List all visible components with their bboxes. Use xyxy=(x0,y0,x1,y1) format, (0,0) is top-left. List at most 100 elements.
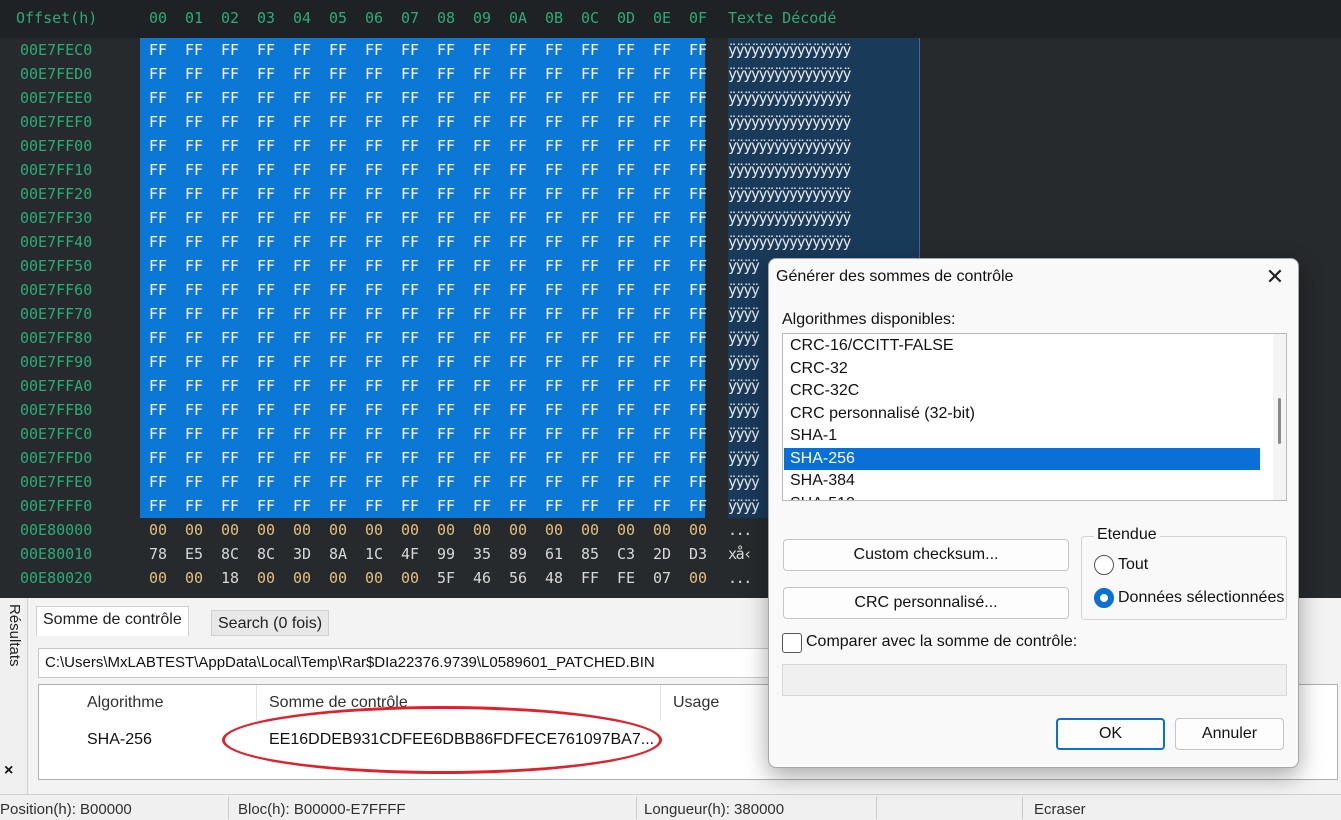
hex-byte[interactable]: FF xyxy=(248,86,284,110)
hex-byte[interactable]: FF xyxy=(212,398,248,422)
hex-byte[interactable]: FF xyxy=(464,374,500,398)
hex-byte[interactable]: FF xyxy=(572,422,608,446)
hex-byte[interactable]: FF xyxy=(176,494,212,518)
hex-byte[interactable]: FF xyxy=(428,38,464,62)
hex-byte[interactable]: FF xyxy=(248,470,284,494)
hex-byte[interactable]: 99 xyxy=(428,542,464,566)
hex-byte[interactable]: FF xyxy=(500,134,536,158)
scope-selected-radio[interactable] xyxy=(1094,588,1114,608)
hex-byte[interactable]: FF xyxy=(392,398,428,422)
hex-byte[interactable]: FF xyxy=(608,86,644,110)
hex-row[interactable]: 00E7FF20 FF FF FF FF FF FF FF FF FF FF FF FF FF FF FF FF… xyxy=(0,182,1341,206)
hex-byte[interactable]: FF xyxy=(356,134,392,158)
hex-byte[interactable]: FF xyxy=(608,326,644,350)
hex-byte[interactable]: FF xyxy=(140,110,176,134)
hex-byte[interactable]: FF xyxy=(500,326,536,350)
hex-byte[interactable]: FF xyxy=(140,398,176,422)
hex-byte[interactable]: FF xyxy=(320,230,356,254)
hex-byte[interactable]: FF xyxy=(536,62,572,86)
hex-byte[interactable]: FF xyxy=(680,422,716,446)
hex-byte[interactable]: FF xyxy=(212,326,248,350)
scrollbar-thumb[interactable] xyxy=(1278,398,1281,444)
hex-byte[interactable]: FF xyxy=(140,62,176,86)
compare-label[interactable]: Comparer avec la somme de contrôle: xyxy=(806,633,1077,651)
custom-crc-button[interactable]: CRC personnalisé... xyxy=(783,587,1069,619)
hex-byte[interactable]: FF xyxy=(320,158,356,182)
hex-byte[interactable]: FF xyxy=(572,182,608,206)
hex-byte[interactable]: FF xyxy=(176,134,212,158)
hex-byte[interactable]: FF xyxy=(608,182,644,206)
hex-byte[interactable]: FF xyxy=(500,110,536,134)
hex-row[interactable]: 00E7FF00 FF FF FF FF FF FF FF FF FF FF FF FF FF FF FF FF… xyxy=(0,134,1341,158)
hex-byte[interactable]: FF xyxy=(536,278,572,302)
hex-byte[interactable]: FF xyxy=(320,374,356,398)
hex-byte[interactable]: 4F xyxy=(392,542,428,566)
hex-byte[interactable]: FF xyxy=(464,422,500,446)
hex-byte[interactable]: FF xyxy=(536,374,572,398)
hex-byte[interactable]: E5 xyxy=(176,542,212,566)
hex-byte[interactable]: 00 xyxy=(176,566,212,590)
hex-byte[interactable]: FF xyxy=(284,206,320,230)
hex-byte[interactable]: 5F xyxy=(428,566,464,590)
hex-byte[interactable]: FF xyxy=(176,470,212,494)
hex-byte[interactable]: FF xyxy=(464,182,500,206)
hex-byte[interactable]: FF xyxy=(464,398,500,422)
hex-byte[interactable]: FF xyxy=(392,110,428,134)
hex-byte[interactable]: FF xyxy=(212,86,248,110)
hex-byte[interactable]: FF xyxy=(320,182,356,206)
hex-byte[interactable]: FF xyxy=(356,374,392,398)
hex-byte[interactable]: FF xyxy=(572,470,608,494)
hex-byte[interactable]: 00 xyxy=(500,518,536,542)
hex-byte[interactable]: FF xyxy=(608,278,644,302)
hex-byte[interactable]: FF xyxy=(680,230,716,254)
hex-byte[interactable]: FF xyxy=(320,398,356,422)
hex-byte[interactable]: FF xyxy=(572,230,608,254)
hex-byte[interactable]: FF xyxy=(500,398,536,422)
hex-byte[interactable]: FF xyxy=(572,566,608,590)
hex-byte[interactable]: 78 xyxy=(140,542,176,566)
hex-byte[interactable]: FF xyxy=(284,254,320,278)
decoded-text[interactable]: ÿÿÿÿÿÿÿÿÿÿÿÿÿÿÿÿ xyxy=(728,206,919,230)
hex-byte[interactable]: FF xyxy=(608,206,644,230)
hex-byte[interactable]: FF xyxy=(464,158,500,182)
hex-byte[interactable]: FF xyxy=(284,494,320,518)
hex-byte[interactable]: FF xyxy=(680,62,716,86)
hex-byte[interactable]: FF xyxy=(428,350,464,374)
hex-byte[interactable]: 18 xyxy=(212,566,248,590)
hex-byte[interactable]: FF xyxy=(644,110,680,134)
decoded-text[interactable]: ÿÿÿÿÿÿÿÿÿÿÿÿÿÿÿÿ xyxy=(728,158,919,182)
hex-byte[interactable]: FF xyxy=(356,422,392,446)
hex-byte[interactable]: FF xyxy=(248,38,284,62)
hex-byte[interactable]: FF xyxy=(320,62,356,86)
ok-button[interactable]: OK xyxy=(1056,718,1165,750)
hex-byte[interactable]: FF xyxy=(428,470,464,494)
hex-byte[interactable]: 00 xyxy=(176,518,212,542)
hex-byte[interactable]: FF xyxy=(284,62,320,86)
hex-byte[interactable]: FF xyxy=(356,470,392,494)
hex-byte[interactable]: 00 xyxy=(680,566,716,590)
hex-byte[interactable]: FF xyxy=(608,110,644,134)
algorithm-item[interactable]: CRC-32 xyxy=(784,358,1260,380)
hex-row[interactable]: 00E7FF40 FF FF FF FF FF FF FF FF FF FF FF FF FF FF FF FF… xyxy=(0,230,1341,254)
hex-byte[interactable]: FF xyxy=(680,278,716,302)
hex-byte[interactable]: FF xyxy=(248,446,284,470)
hex-byte[interactable]: 8C xyxy=(212,542,248,566)
hex-byte[interactable]: FF xyxy=(392,254,428,278)
hex-byte[interactable]: 2D xyxy=(644,542,680,566)
hex-byte[interactable]: FF xyxy=(356,398,392,422)
hex-byte[interactable]: FF xyxy=(176,230,212,254)
hex-byte[interactable]: FF xyxy=(140,86,176,110)
hex-byte[interactable]: FF xyxy=(536,38,572,62)
hex-byte[interactable]: 8C xyxy=(248,542,284,566)
hex-byte[interactable]: FF xyxy=(392,230,428,254)
compare-checkbox[interactable] xyxy=(782,633,802,653)
hex-byte[interactable]: FF xyxy=(248,182,284,206)
hex-byte[interactable]: FF xyxy=(572,374,608,398)
hex-byte[interactable]: FF xyxy=(680,182,716,206)
hex-byte[interactable]: 00 xyxy=(248,518,284,542)
hex-byte[interactable]: FF xyxy=(140,350,176,374)
hex-byte[interactable]: FF xyxy=(392,350,428,374)
list-scrollbar[interactable] xyxy=(1273,334,1286,500)
hex-byte[interactable]: FF xyxy=(536,230,572,254)
hex-byte[interactable]: FF xyxy=(140,230,176,254)
